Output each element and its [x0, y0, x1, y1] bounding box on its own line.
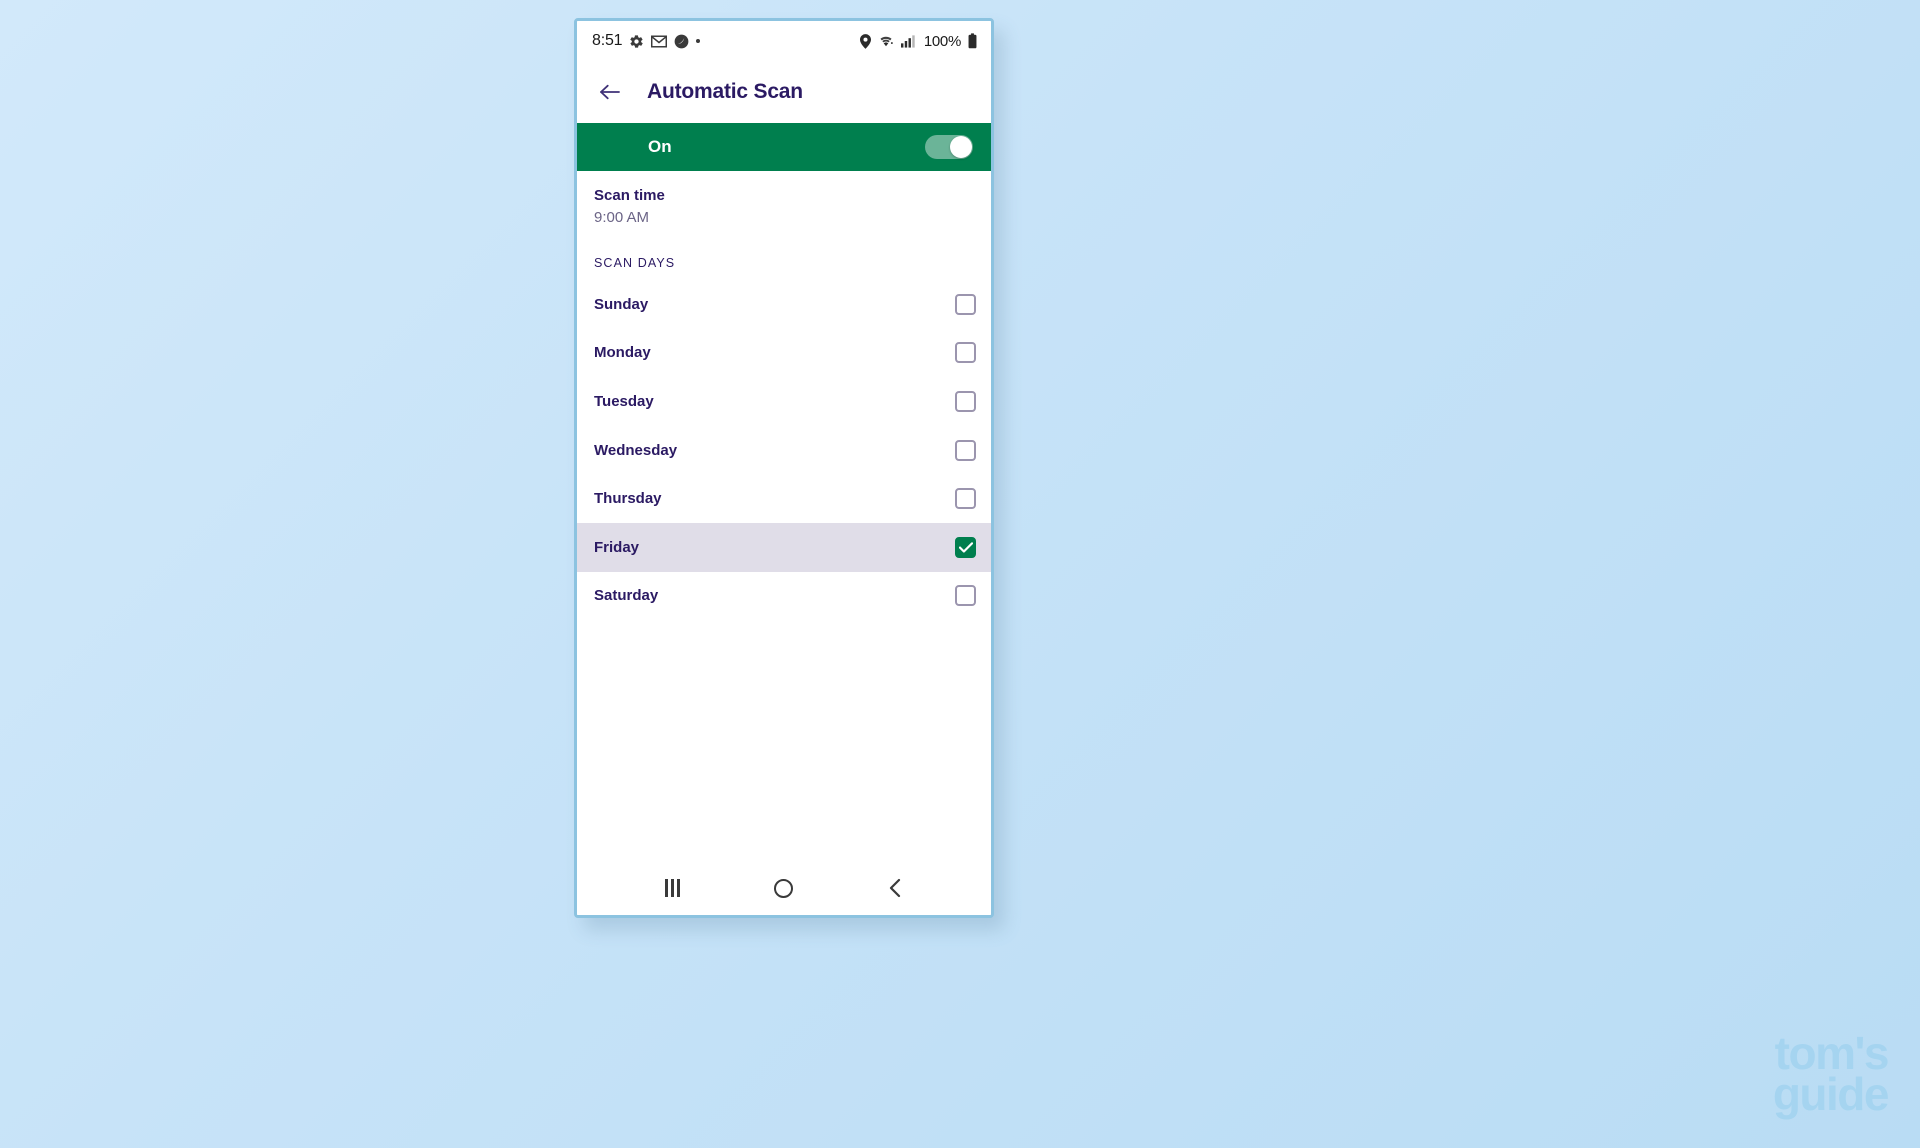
dot-icon	[696, 39, 701, 43]
toggle-state-label: On	[648, 137, 672, 156]
battery-icon	[968, 33, 977, 49]
day-label: Wednesday	[594, 441, 678, 459]
scan-time-label: Scan time	[594, 187, 665, 204]
day-label: Sunday	[594, 295, 649, 313]
watermark-line2: guide	[1772, 1067, 1890, 1120]
scan-days-list: Sunday Monday Tuesday Wednesday Thursday Frid…	[577, 280, 991, 621]
day-checkbox-sunday[interactable]	[955, 293, 976, 315]
status-bar-right: 100%	[859, 32, 977, 50]
battery-percent: 100%	[923, 32, 961, 50]
snapchat-icon	[674, 34, 689, 49]
day-label: Friday	[594, 538, 640, 556]
scan-time-value: 9:00 AM	[594, 209, 650, 226]
phone-screen: 8:51 100% Automatic Scan On Scan time 9:…	[574, 18, 994, 918]
day-checkbox-thursday[interactable]	[955, 488, 976, 510]
day-row-sunday[interactable]: Sunday	[577, 280, 991, 329]
status-bar: 8:51 100%	[577, 21, 991, 61]
wifi-icon	[878, 34, 894, 48]
home-icon[interactable]	[759, 868, 809, 908]
switch-knob	[950, 136, 972, 158]
scan-days-section-header: SCAN DAYS	[594, 256, 676, 270]
day-row-thursday[interactable]: Thursday	[577, 474, 991, 523]
scan-time-row[interactable]: Scan time 9:00 AM	[577, 171, 991, 240]
nav-back-icon[interactable]	[870, 868, 920, 908]
day-checkbox-friday[interactable]	[955, 536, 976, 558]
day-label: Thursday	[594, 490, 662, 508]
settings-content: Scan time 9:00 AM SCAN DAYS Sunday Monday…	[577, 171, 991, 861]
gmail-icon	[651, 35, 668, 48]
automatic-scan-switch[interactable]	[925, 135, 973, 159]
day-row-tuesday[interactable]: Tuesday	[577, 377, 991, 426]
day-label: Monday	[594, 344, 651, 362]
status-time: 8:51	[592, 32, 623, 49]
day-label: Tuesday	[594, 392, 654, 410]
page-title: Automatic Scan	[647, 80, 803, 103]
check-icon	[958, 542, 973, 553]
location-pin-icon	[859, 33, 871, 49]
day-row-monday[interactable]: Monday	[577, 328, 991, 378]
back-arrow-icon[interactable]	[593, 75, 627, 109]
gear-icon	[629, 34, 644, 49]
day-label: Saturday	[594, 587, 659, 605]
day-row-saturday[interactable]: Saturday	[577, 571, 991, 621]
day-row-friday[interactable]: Friday	[577, 522, 991, 572]
watermark: tom's guide	[1772, 1030, 1890, 1120]
day-checkbox-saturday[interactable]	[955, 585, 976, 607]
day-row-wednesday[interactable]: Wednesday	[577, 425, 991, 475]
day-checkbox-wednesday[interactable]	[955, 439, 976, 461]
android-nav-bar	[577, 861, 991, 915]
day-checkbox-tuesday[interactable]	[955, 390, 976, 412]
recents-icon[interactable]	[648, 868, 698, 908]
day-checkbox-monday[interactable]	[955, 342, 976, 364]
app-header: Automatic Scan	[577, 61, 991, 123]
automatic-scan-toggle-bar[interactable]: On	[577, 123, 991, 171]
signal-bars-icon	[900, 34, 916, 48]
status-bar-left: 8:51	[592, 32, 701, 50]
